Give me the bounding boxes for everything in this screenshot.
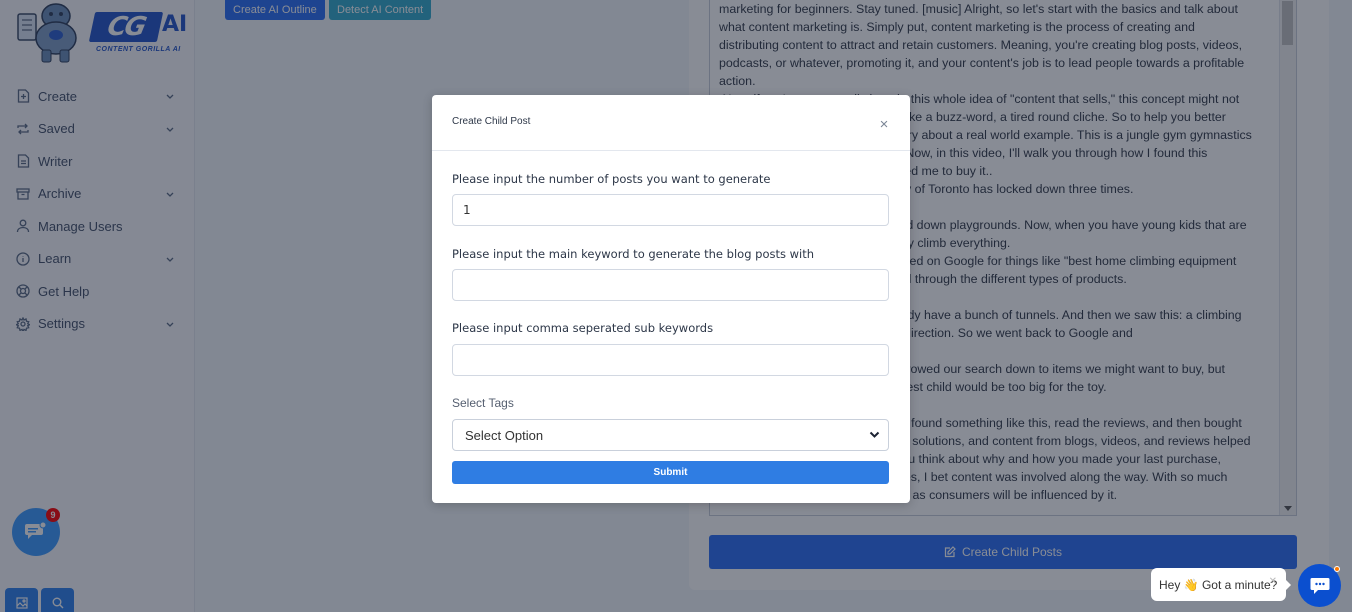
post-count-label: Please input the number of posts you wan… — [452, 172, 771, 186]
chevron-down-icon — [869, 431, 880, 438]
tags-select[interactable]: Select Option — [452, 419, 889, 451]
modal-header: Create Child Post × — [432, 95, 910, 151]
main-keyword-input[interactable] — [452, 269, 889, 301]
chat-greeting-popup[interactable]: Hey 👋 Got a minute? ✕ — [1151, 568, 1291, 601]
submit-button[interactable]: Submit — [452, 461, 889, 484]
sub-keywords-label: Please input comma seperated sub keyword… — [452, 321, 714, 335]
create-child-post-modal: Create Child Post × Please input the num… — [432, 95, 910, 503]
online-status-dot — [1334, 566, 1340, 572]
close-icon[interactable]: × — [878, 117, 890, 132]
modal-title: Create Child Post — [452, 116, 531, 127]
tags-select-value: Select Option — [465, 427, 544, 443]
post-count-input[interactable] — [452, 194, 889, 226]
chat-dots-icon — [1310, 577, 1329, 594]
close-icon[interactable]: ✕ — [1269, 576, 1277, 587]
select-tags-label: Select Tags — [452, 396, 514, 410]
main-keyword-label: Please input the main keyword to generat… — [452, 247, 815, 261]
chat-greeting-text: Hey 👋 Got a minute? — [1159, 577, 1278, 592]
sub-keywords-input[interactable] — [452, 344, 889, 376]
